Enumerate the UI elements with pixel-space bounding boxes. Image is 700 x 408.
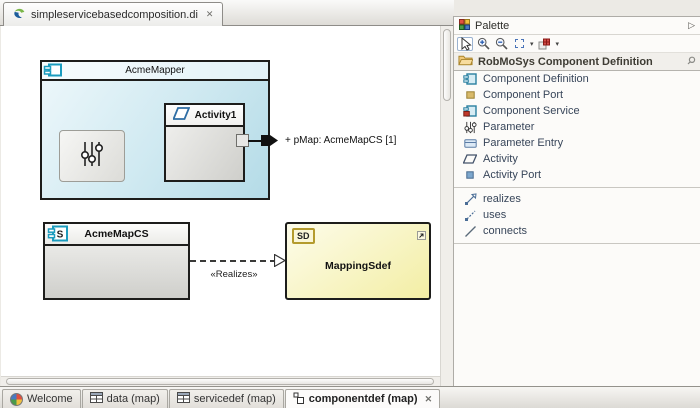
component-definition-icon	[463, 73, 477, 85]
palette-item-label: uses	[483, 209, 506, 221]
mapping-sdef-node[interactable]: SD MappingSdef	[285, 222, 431, 300]
tab-label: Welcome	[27, 393, 73, 405]
palette-item-label: Component Service	[483, 105, 580, 117]
palette-item-label: Parameter Entry	[483, 137, 563, 149]
palette-item-label: Parameter	[483, 121, 534, 133]
navigate-arrow-icon[interactable]	[417, 227, 426, 245]
palette-item-realizes[interactable]: realizes	[454, 191, 700, 207]
palette-item-component-definition[interactable]: Component Definition	[454, 71, 700, 87]
horizontal-scrollbar[interactable]	[1, 376, 440, 386]
select-tool[interactable]	[457, 37, 473, 51]
papyrus-file-icon	[13, 7, 26, 23]
sliders-icon	[79, 139, 105, 174]
port-label: + pMap: AcmeMapCS [1]	[285, 135, 396, 146]
port-arrow-icon[interactable]	[261, 132, 279, 154]
parameter-icon	[463, 121, 477, 134]
palette-item-activity-port[interactable]: Activity Port	[454, 167, 700, 183]
close-icon[interactable]: ✕	[425, 394, 433, 405]
marquee-selection-tool[interactable]	[511, 37, 527, 51]
sd-badge: SD	[292, 228, 315, 244]
palette-panel: Palette ▷	[453, 16, 700, 386]
zoom-in-tool[interactable]	[475, 37, 491, 51]
editor-tab-bar: simpleservicebasedcomposition.di ✕	[0, 0, 454, 26]
uses-icon	[463, 209, 477, 222]
palette-toolbar: ▾ ▾	[454, 35, 700, 53]
palette-item-activity[interactable]: Activity	[454, 151, 700, 167]
vertical-scrollbar-thumb[interactable]	[443, 29, 451, 101]
mapping-sdef-title: MappingSdef	[287, 260, 429, 272]
tab-componentdef-map[interactable]: componentdef (map) ✕	[285, 389, 440, 408]
acme-map-cs-component[interactable]: S AcmeMapCS	[43, 222, 190, 300]
palette-item-label: Component Port	[483, 89, 563, 101]
tab-label: servicedef (map)	[194, 393, 276, 405]
application-window: simpleservicebasedcomposition.di ✕ AcmeM…	[0, 0, 700, 408]
palette-section-title: RobMoSys Component Definition	[478, 56, 653, 68]
acme-mapper-component[interactable]: AcmeMapper	[40, 60, 270, 200]
parameter-slot[interactable]	[59, 130, 125, 182]
palette-section-robmosys[interactable]: RobMoSys Component Definition	[454, 53, 700, 71]
activity-icon	[463, 154, 477, 164]
palette-item-parameter[interactable]: Parameter	[454, 119, 700, 135]
palette-item-component-port[interactable]: Component Port	[454, 87, 700, 103]
realizes-icon	[463, 193, 477, 206]
palette-item-component-service[interactable]: Component Service	[454, 103, 700, 119]
activity1-node[interactable]: Activity1	[164, 103, 245, 182]
service-component-icon: S	[47, 225, 68, 245]
horizontal-scrollbar-thumb[interactable]	[6, 378, 434, 385]
editor-tab-simpleservicebasedcomposition[interactable]: simpleservicebasedcomposition.di ✕	[3, 2, 223, 26]
realizes-edge[interactable]	[190, 260, 276, 262]
table-map-icon	[177, 392, 190, 406]
component-port-icon	[463, 91, 477, 99]
activity1-header: Activity1	[166, 105, 243, 127]
palette-item-uses[interactable]: uses	[454, 207, 700, 223]
activity-port-icon	[463, 171, 477, 179]
pin-icon[interactable]	[687, 56, 696, 68]
palette-item-connects[interactable]: connects	[454, 223, 700, 239]
chevron-down-icon[interactable]: ▾	[556, 40, 560, 48]
tab-welcome[interactable]: Welcome	[2, 389, 81, 408]
svg-text:S: S	[57, 230, 64, 241]
bottom-tab-bar: Welcome data (map)	[0, 386, 700, 408]
activity-icon	[173, 107, 190, 123]
folder-open-icon	[458, 54, 473, 69]
palette-item-label: connects	[483, 225, 527, 237]
palette-item-label: Component Definition	[483, 73, 589, 85]
palette-item-label: Activity Port	[483, 169, 541, 181]
note-attachment-tool[interactable]	[537, 37, 553, 51]
diagram-canvas[interactable]: AcmeMapper	[1, 26, 440, 376]
palette-item-parameter-entry[interactable]: Parameter Entry	[454, 135, 700, 151]
realizes-edge-label: «Realizes»	[190, 269, 278, 280]
parameter-entry-icon	[463, 139, 477, 148]
editor-tab-label: simpleservicebasedcomposition.di	[31, 9, 198, 21]
palette-header[interactable]: Palette ▷	[454, 17, 700, 35]
tab-label: data (map)	[107, 393, 160, 405]
tab-data-map[interactable]: data (map)	[82, 389, 168, 408]
palette-item-label: Activity	[483, 153, 518, 165]
vertical-scrollbar[interactable]	[440, 26, 453, 386]
palette-item-label: realizes	[483, 193, 521, 205]
acme-mapper-header: AcmeMapper	[42, 62, 268, 81]
table-map-icon	[90, 392, 103, 406]
welcome-icon	[10, 393, 23, 406]
close-icon[interactable]: ✕	[206, 9, 214, 20]
acme-map-cs-title: AcmeMapCS	[84, 228, 148, 240]
tab-label: componentdef (map)	[309, 393, 418, 405]
acme-map-cs-header: S AcmeMapCS	[45, 224, 188, 246]
connects-icon	[463, 225, 477, 238]
palette-separator	[454, 243, 700, 244]
component-service-icon	[463, 105, 477, 117]
component-icon	[43, 63, 63, 80]
palette-title: Palette	[475, 20, 509, 32]
tab-servicedef-map[interactable]: servicedef (map)	[169, 389, 284, 408]
palette-collapse-icon[interactable]: ▷	[688, 20, 695, 31]
palette-separator	[454, 187, 700, 188]
componentdef-icon	[293, 392, 305, 407]
zoom-out-tool[interactable]	[493, 37, 509, 51]
palette-icon	[459, 19, 470, 33]
marquee-icon	[515, 39, 524, 48]
activity1-title: Activity1	[195, 110, 237, 121]
acme-mapper-title: AcmeMapper	[125, 65, 184, 76]
chevron-down-icon[interactable]: ▾	[530, 40, 534, 48]
